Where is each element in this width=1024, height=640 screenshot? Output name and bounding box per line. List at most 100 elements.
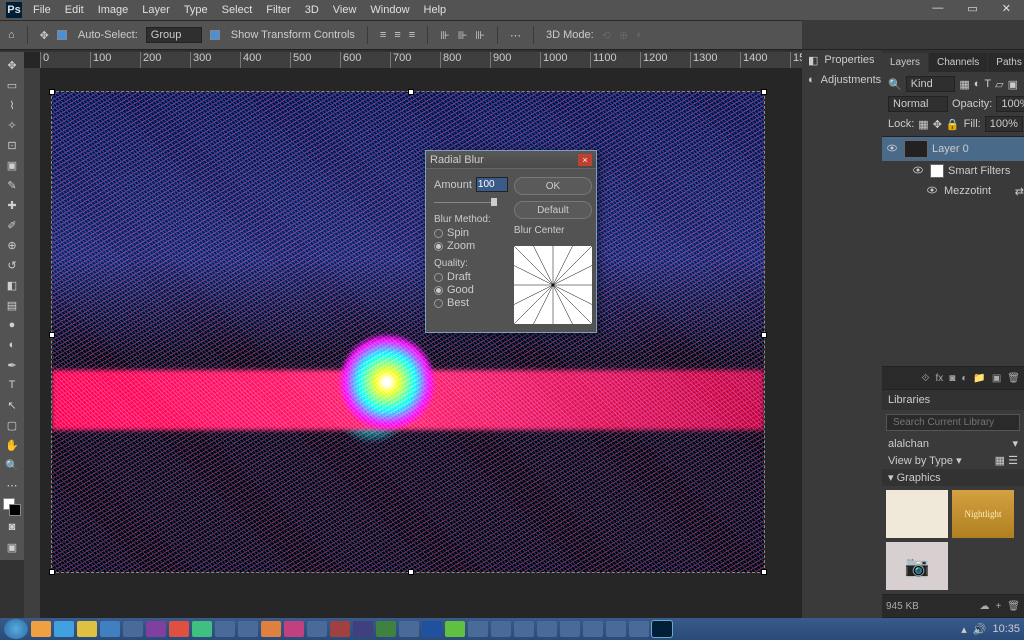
crop-tool[interactable]: ⊡: [3, 136, 21, 154]
taskbar-app[interactable]: [284, 621, 304, 637]
tab-libraries[interactable]: Libraries: [888, 394, 930, 406]
taskbar-app[interactable]: [261, 621, 281, 637]
dolly-icon[interactable]: ◐: [636, 29, 643, 41]
color-swatches[interactable]: [3, 498, 21, 516]
tray-icon[interactable]: ▴: [961, 623, 967, 636]
taskbar-app[interactable]: [514, 621, 534, 637]
minimize-icon[interactable]: —: [925, 2, 950, 15]
list-view-icon[interactable]: ☰: [1008, 455, 1018, 467]
heal-tool[interactable]: ✚: [3, 196, 21, 214]
path-tool[interactable]: ↖: [3, 396, 21, 414]
taskbar-app[interactable]: [537, 621, 557, 637]
wand-tool[interactable]: ✧: [3, 116, 21, 134]
taskbar-app[interactable]: [468, 621, 488, 637]
shape-tool[interactable]: ▢: [3, 416, 21, 434]
menu-window[interactable]: Window: [363, 4, 416, 16]
screenmode-icon[interactable]: ▣: [3, 538, 21, 556]
home-icon[interactable]: ⌂: [8, 29, 15, 41]
library-item[interactable]: [886, 490, 948, 538]
maximize-icon[interactable]: ▭: [960, 2, 984, 15]
stamp-tool[interactable]: ⊕: [3, 236, 21, 254]
align-icon[interactable]: ≡: [380, 29, 386, 41]
add-icon[interactable]: +: [995, 601, 1001, 612]
filter-shape-icon[interactable]: ▱: [995, 78, 1003, 91]
menu-filter[interactable]: Filter: [259, 4, 297, 16]
quickmask-icon[interactable]: ◙: [3, 518, 21, 536]
zoom-radio[interactable]: [434, 242, 443, 251]
layer-item[interactable]: Layer 0: [882, 137, 1024, 161]
visibility-icon[interactable]: [886, 142, 900, 156]
eraser-tool[interactable]: ◧: [3, 276, 21, 294]
menu-3d[interactable]: 3D: [298, 4, 326, 16]
distribute-icon[interactable]: ⊪: [475, 29, 485, 42]
taskbar-app[interactable]: [146, 621, 166, 637]
tab-paths[interactable]: Paths: [988, 53, 1024, 72]
taskbar-app[interactable]: [31, 621, 51, 637]
taskbar-app[interactable]: [445, 621, 465, 637]
menu-image[interactable]: Image: [91, 4, 136, 16]
amount-input[interactable]: [476, 177, 508, 192]
fill-value[interactable]: 100%: [985, 116, 1023, 132]
library-item[interactable]: 📷: [886, 542, 948, 590]
dodge-tool[interactable]: ◐: [3, 336, 21, 354]
blur-tool[interactable]: ●: [3, 316, 21, 334]
filter-smart-icon[interactable]: ▣: [1008, 78, 1018, 91]
graphics-header[interactable]: ▾ Graphics: [888, 471, 941, 484]
lock-pixels-icon[interactable]: ▦: [918, 118, 928, 131]
pen-tool[interactable]: ✒: [3, 356, 21, 374]
library-item[interactable]: Nightlight: [952, 490, 1014, 538]
align-icon[interactable]: ≡: [409, 29, 415, 41]
menu-view[interactable]: View: [326, 4, 364, 16]
more-icon[interactable]: ⋯: [510, 29, 521, 42]
taskbar-app[interactable]: [376, 621, 396, 637]
taskbar-app[interactable]: [307, 621, 327, 637]
marquee-tool[interactable]: ▭: [3, 76, 21, 94]
tab-channels[interactable]: Channels: [929, 53, 987, 72]
clock[interactable]: 10:35: [992, 623, 1020, 635]
menu-type[interactable]: Type: [177, 4, 215, 16]
document-canvas[interactable]: [52, 92, 764, 572]
lock-position-icon[interactable]: ✥: [933, 118, 942, 131]
blur-center-widget[interactable]: [514, 246, 592, 324]
filter-options-icon[interactable]: ⇄: [1015, 185, 1024, 198]
best-radio[interactable]: [434, 299, 443, 308]
good-radio[interactable]: [434, 286, 443, 295]
pan-icon[interactable]: ⊕: [619, 29, 628, 42]
grid-view-icon[interactable]: ▦: [995, 455, 1005, 467]
cloud-icon[interactable]: ☁: [979, 601, 989, 612]
taskbar-app[interactable]: [353, 621, 373, 637]
taskbar-app[interactable]: [583, 621, 603, 637]
transform-checkbox[interactable]: [210, 30, 220, 40]
taskbar-app[interactable]: [399, 621, 419, 637]
distribute-icon[interactable]: ⊪: [458, 29, 468, 42]
ok-button[interactable]: OK: [514, 177, 592, 195]
start-button[interactable]: [4, 619, 28, 639]
filter-type-icon[interactable]: T: [984, 78, 991, 90]
library-search-input[interactable]: [886, 414, 1020, 431]
draft-radio[interactable]: [434, 273, 443, 282]
eyedropper-tool[interactable]: ✎: [3, 176, 21, 194]
blend-mode-dropdown[interactable]: Normal: [888, 96, 948, 112]
taskbar-app[interactable]: [422, 621, 442, 637]
taskbar-app[interactable]: [330, 621, 350, 637]
menu-edit[interactable]: Edit: [58, 4, 91, 16]
opacity-value[interactable]: 100%: [996, 96, 1024, 112]
library-name-dropdown[interactable]: alalchan▾: [882, 435, 1024, 452]
taskbar-app[interactable]: [54, 621, 74, 637]
brush-tool[interactable]: ✐: [3, 216, 21, 234]
taskbar-app[interactable]: [77, 621, 97, 637]
autoselect-checkbox[interactable]: [57, 30, 67, 40]
mask-icon[interactable]: ◙: [949, 373, 955, 384]
lock-all-icon[interactable]: 🔒: [946, 118, 960, 131]
default-button[interactable]: Default: [514, 201, 592, 219]
hand-tool[interactable]: ✋: [3, 436, 21, 454]
distribute-icon[interactable]: ⊪: [440, 29, 450, 42]
lasso-tool[interactable]: ⌇: [3, 96, 21, 114]
tray-icon[interactable]: 🔊: [973, 623, 987, 636]
dialog-close-icon[interactable]: ×: [578, 154, 592, 166]
kind-dropdown[interactable]: Kind: [906, 76, 956, 92]
move-tool[interactable]: ✥: [3, 56, 21, 74]
close-icon[interactable]: ✕: [995, 2, 1018, 15]
taskbar-app[interactable]: [192, 621, 212, 637]
group-icon[interactable]: 📁: [973, 373, 985, 384]
